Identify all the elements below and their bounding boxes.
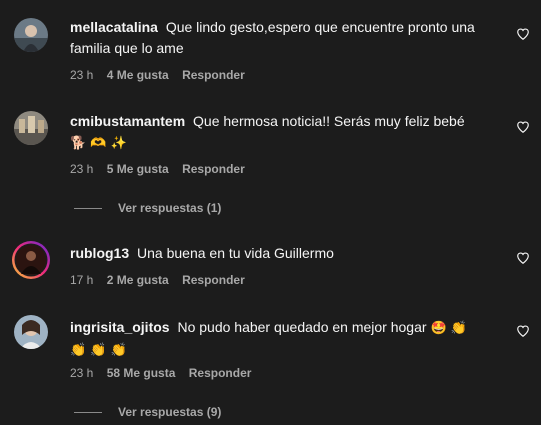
- view-replies-label: Ver respuestas (9): [118, 405, 222, 419]
- comment-username[interactable]: cmibustamantem: [70, 113, 185, 129]
- comment-emojis-line2: 👏 👏 👏: [70, 343, 127, 358]
- heart-outline-icon[interactable]: [516, 27, 530, 41]
- comment-likes[interactable]: 5 Me gusta: [107, 162, 169, 176]
- comment-time[interactable]: 23 h: [70, 68, 93, 82]
- comment-text: Una buena en tu vida Guillermo: [137, 245, 334, 261]
- comment-meta: 23 h 58 Me gusta Responder: [70, 366, 261, 380]
- comment-text: No pudo haber quedado en mejor hogar: [177, 319, 427, 335]
- avatar[interactable]: [14, 18, 48, 52]
- comment-content: cmibustamantem Que hermosa noticia!! Ser…: [70, 111, 500, 154]
- avatar[interactable]: [11, 240, 51, 280]
- comment-meta: 17 h 2 Me gusta Responder: [70, 273, 255, 287]
- reply-button[interactable]: Responder: [189, 366, 252, 380]
- comment-time[interactable]: 23 h: [70, 366, 93, 380]
- heart-outline-icon[interactable]: [516, 120, 530, 134]
- replies-divider: [74, 208, 102, 210]
- reply-button[interactable]: Responder: [182, 273, 245, 287]
- comment-content: ingrisita_ojitos No pudo haber quedado e…: [70, 317, 500, 361]
- avatar[interactable]: [14, 111, 48, 145]
- reply-button[interactable]: Responder: [182, 162, 245, 176]
- comment-content: mellacatalina Que lindo gesto,espero que…: [70, 17, 500, 59]
- heart-outline-icon[interactable]: [516, 251, 530, 265]
- comment-meta: 23 h 4 Me gusta Responder: [70, 68, 255, 82]
- view-replies-button[interactable]: Ver respuestas (1): [74, 201, 221, 215]
- reply-button[interactable]: Responder: [182, 68, 245, 82]
- comment-likes[interactable]: 2 Me gusta: [107, 273, 169, 287]
- view-replies-label: Ver respuestas (1): [118, 201, 222, 215]
- comments-list: mellacatalina Que lindo gesto,espero que…: [0, 0, 541, 425]
- comment-content: rublog13 Una buena en tu vida Guillermo: [70, 243, 500, 264]
- comment-time[interactable]: 23 h: [70, 162, 93, 176]
- comment-username[interactable]: ingrisita_ojitos: [70, 319, 170, 335]
- heart-outline-icon[interactable]: [516, 324, 530, 338]
- comment-emojis: 🤩 👏: [430, 321, 467, 336]
- view-replies-button[interactable]: Ver respuestas (9): [74, 405, 221, 419]
- comment-text: Que hermosa noticia!! Serás muy feliz be…: [193, 113, 465, 129]
- avatar[interactable]: [14, 315, 48, 349]
- comment-time[interactable]: 17 h: [70, 273, 93, 287]
- comment-likes[interactable]: 58 Me gusta: [107, 366, 176, 380]
- comment-likes[interactable]: 4 Me gusta: [107, 68, 169, 82]
- comment-emojis: 🐕 🫶 ✨: [70, 136, 127, 151]
- comment-meta: 23 h 5 Me gusta Responder: [70, 162, 255, 176]
- comment-username[interactable]: rublog13: [70, 245, 129, 261]
- comment-username[interactable]: mellacatalina: [70, 19, 158, 35]
- replies-divider: [74, 412, 102, 414]
